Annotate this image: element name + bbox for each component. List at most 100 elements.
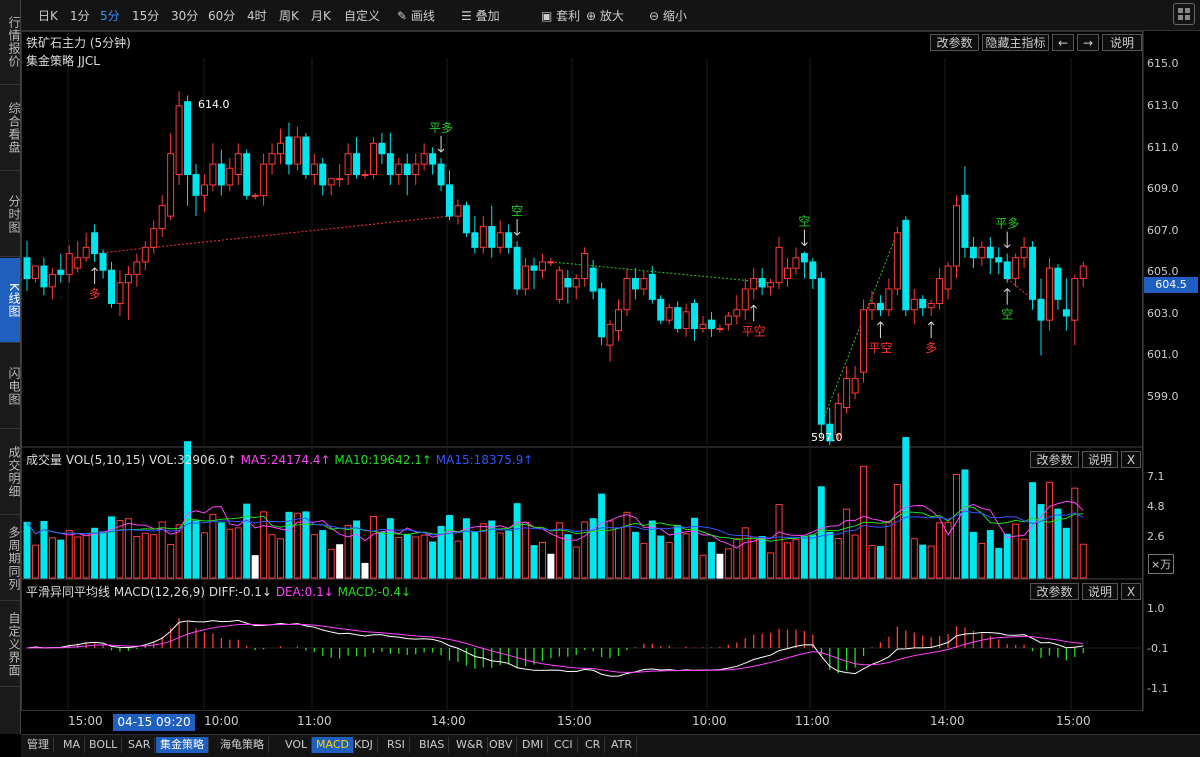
candle [784,267,791,280]
volume-bar [927,545,935,579]
macd-close-button[interactable]: X [1121,583,1141,600]
volume-bar [538,541,546,579]
volume-params-button[interactable]: 改参数 [1030,451,1079,468]
macd-help-button[interactable]: 说明 [1082,583,1118,600]
volume-bar [969,531,977,579]
time-tick: 11:00 [795,714,830,728]
tab-bias[interactable]: BIAS [415,737,450,753]
candle [893,232,901,290]
volume-bar [124,518,132,579]
volume-ma15: MA15:18375.9↑ [435,453,534,467]
volume-bar [809,534,817,579]
signal-label: 平空 [742,324,766,338]
volume-bar [74,536,82,579]
candle [251,194,259,197]
tab-atr[interactable]: ATR [607,737,638,753]
tab-obv[interactable]: OBV [485,737,518,753]
hide-main-indicator-button[interactable]: 隐藏主指标 [982,34,1049,51]
candle [758,278,766,288]
tab-ma[interactable]: MA [59,737,86,753]
candle [31,265,39,280]
candle [1012,257,1020,280]
trend-line [820,232,898,425]
volume-bar [961,469,969,579]
tab-manage[interactable]: 管理 [23,737,54,753]
candle [665,307,673,321]
scroll-left-button[interactable]: ← [1052,34,1074,51]
volume-bar [623,511,631,579]
candle [167,153,175,217]
candle [217,163,225,186]
candle [589,267,597,292]
tab-turtle[interactable]: 海龟策略 [216,737,269,753]
tab-cr[interactable]: CR [581,737,606,753]
macd-label: 平滑异同平均线 [26,585,111,599]
signal-label: 空 [1001,308,1013,322]
volume-bar [1071,487,1079,579]
candle [741,288,749,311]
tab-rsi[interactable]: RSI [383,737,410,753]
candle [691,303,699,329]
tab-dmi[interactable]: DMI [518,737,549,753]
macd-tick: -0.1 [1147,642,1169,655]
volume-bar [902,437,910,579]
candle [74,257,82,269]
candle [969,246,977,259]
price-tick: 603.0 [1147,307,1179,320]
volume-bar [82,533,90,579]
candle [302,136,310,176]
volume-bar [310,534,318,579]
volume-bar [454,540,462,579]
main-help-button[interactable]: 说明 [1102,34,1142,51]
candle [124,273,132,284]
crosshair-date: 04-15 09:20 [113,714,195,731]
candle [530,265,538,271]
volume-bar [403,534,411,579]
volume-bar [1037,504,1045,579]
volume-help-button[interactable]: 说明 [1082,451,1118,468]
main-params-button[interactable]: 改参数 [930,34,979,51]
chart-svg[interactable]: 614.0597.0多平多空平空空平空 多平多空 [0,0,1200,756]
signal-label: 空 [511,204,523,218]
time-tick: 15:00 [1056,714,1091,728]
candle [564,278,572,288]
volume-bar [919,544,927,579]
tab-boll[interactable]: BOLL [85,737,123,753]
volume-bar [369,515,377,579]
candle [1079,265,1087,280]
scroll-right-button[interactable]: → [1077,34,1099,51]
candle [522,265,530,290]
volume-bar [200,532,208,579]
volume-bar [699,554,707,579]
price-tick: 601.0 [1147,348,1179,361]
candle [40,265,48,288]
candle [860,309,868,373]
tab-sar[interactable]: SAR [124,737,156,753]
volume-bar [986,530,994,579]
candle [133,261,141,275]
candle [310,163,318,176]
volume-close-button[interactable]: X [1121,451,1141,468]
candle [572,278,580,288]
candle [699,323,707,329]
tab-macd[interactable]: MACD [312,737,354,753]
tab-cci[interactable]: CCI [550,737,578,753]
tab-wr[interactable]: W&R [452,737,489,753]
volume-ma10: MA10:19642.1↑ [334,453,432,467]
candle [623,278,631,311]
candle [209,163,217,186]
candle [843,377,851,409]
volume-bar [843,508,851,579]
candle [226,167,234,186]
volume-bar [615,527,622,579]
tab-kdj[interactable]: KDJ [350,737,378,753]
candle [640,278,648,290]
candle [116,282,124,305]
volume-bar [192,520,200,579]
tab-vol[interactable]: VOL [281,737,313,753]
volume-bar [99,531,107,579]
macd-params-button[interactable]: 改参数 [1030,583,1079,600]
candle [631,278,639,290]
tab-jjcl[interactable]: 集金策略 [156,737,209,753]
signal-label: 平多 [429,121,453,135]
